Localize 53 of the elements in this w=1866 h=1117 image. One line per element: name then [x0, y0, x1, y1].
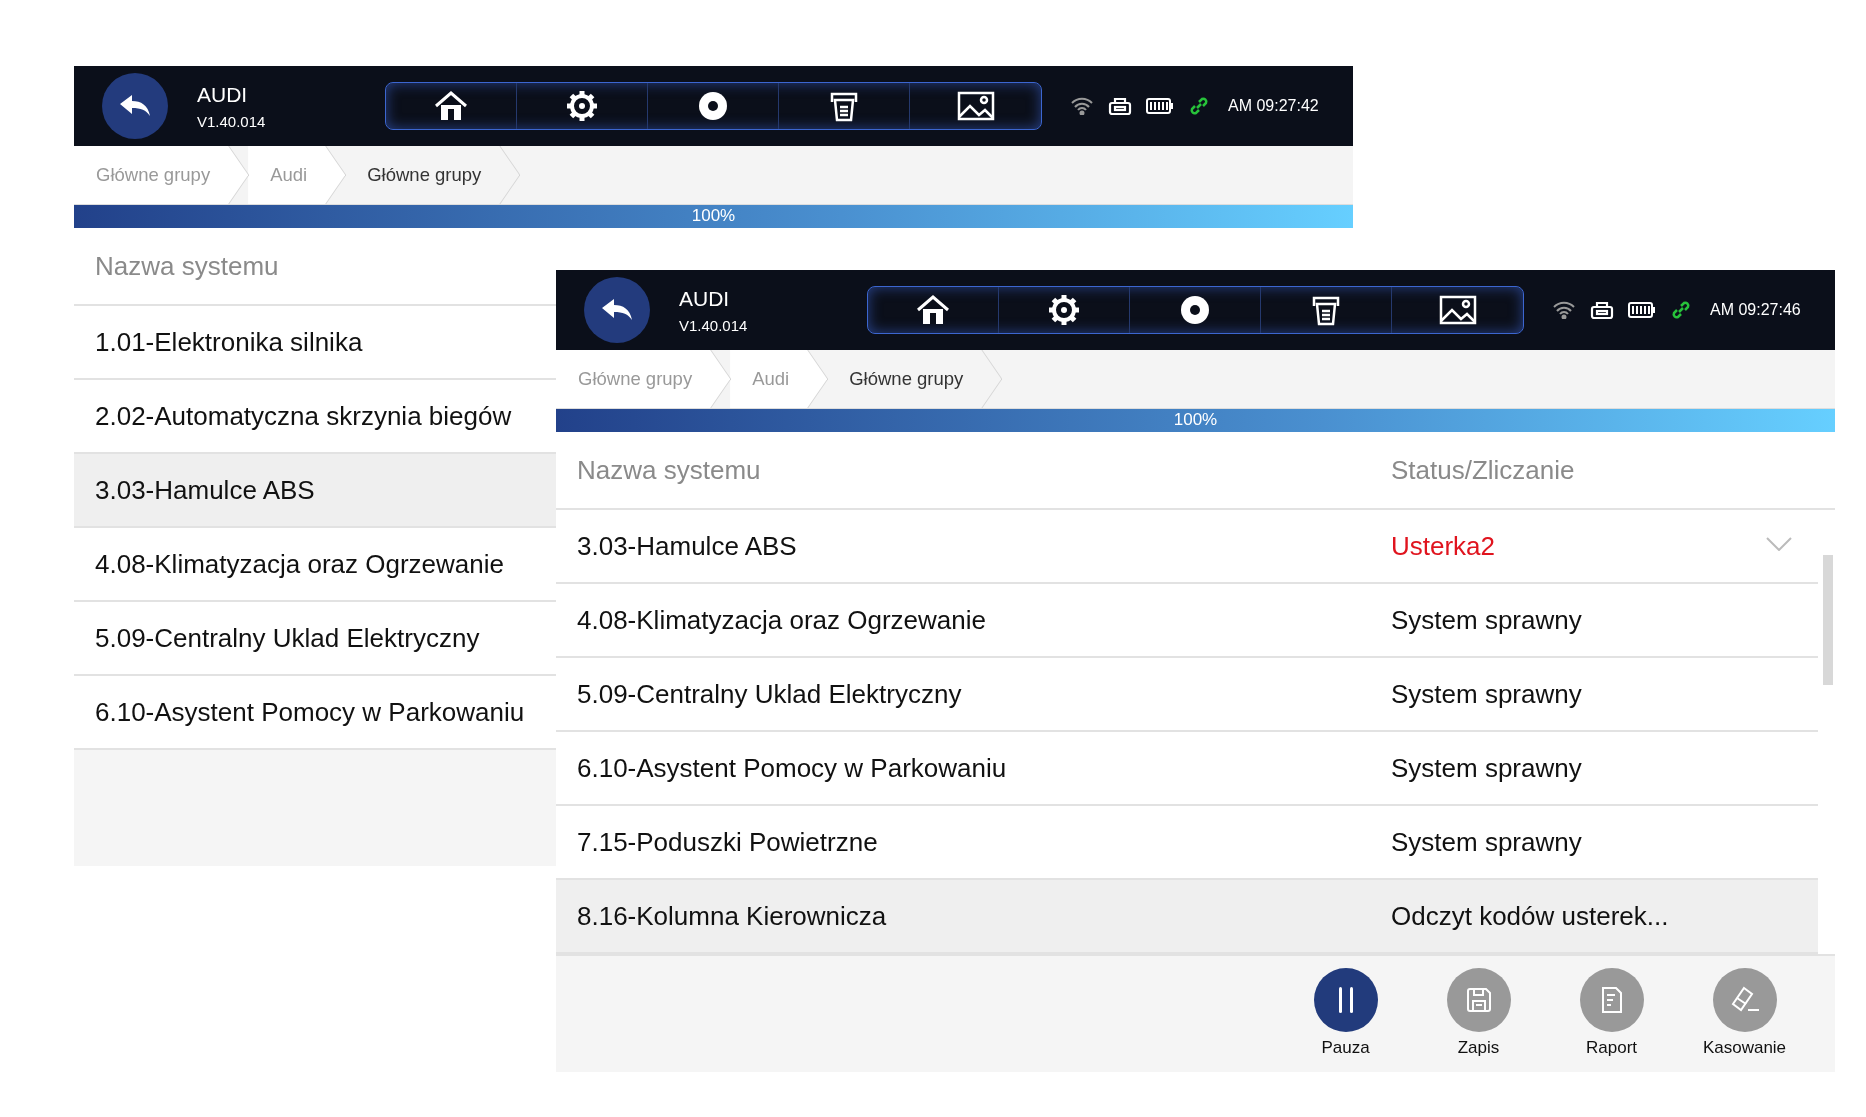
battery-icon — [1146, 98, 1174, 114]
app-title: AUDI — [679, 286, 731, 311]
system-status: System sprawny — [1391, 678, 1582, 710]
scrollbar[interactable] — [1823, 555, 1833, 685]
pause-button[interactable]: Pauza — [1279, 956, 1412, 1072]
system-row[interactable]: 5.09-Centralny Uklad Elektryczny System sprawny — [556, 658, 1818, 732]
system-name: 5.09-Centralny Uklad Elektryczny — [577, 678, 962, 710]
system-name: 6.10-Asystent Pomocy w Parkowaniu — [577, 752, 1007, 784]
system-name: 6.10-Asystent Pomocy w Parkowaniu — [95, 696, 525, 728]
column-header: Nazwa systemu — [577, 454, 762, 486]
home-icon — [915, 295, 951, 325]
system-row[interactable]: 4.08-Klimatyzacja oraz Ogrzewanie System sprawny — [556, 584, 1818, 658]
link-icon — [1188, 95, 1210, 117]
system-name: 1.01-Elektronika silnika — [95, 326, 363, 358]
system-status: System sprawny — [1391, 604, 1582, 636]
connector-icon — [1108, 96, 1132, 116]
disc-icon — [698, 91, 728, 121]
wifi-icon — [1552, 301, 1576, 319]
system-row[interactable]: 3.03-Hamulce ABS — [74, 454, 556, 528]
system-name: 4.08-Klimatyzacja oraz Ogrzewanie — [95, 548, 504, 580]
system-row[interactable]: 6.10-Asystent Pomocy w Parkowaniu System sprawny — [556, 732, 1818, 806]
system-row[interactable]: 8.16-Kolumna Kierownicza Odczyt kodów usterek... — [556, 880, 1818, 954]
clock-time: AM 09:27:42 — [1228, 97, 1319, 115]
settings-icon — [1048, 294, 1080, 326]
image-icon — [956, 91, 995, 121]
disc-icon — [1180, 295, 1210, 325]
system-name: 7.15-Poduszki Powietrzne — [577, 826, 878, 858]
version-text: V1.40.014 — [197, 112, 267, 130]
system-name: 3.03-Hamulce ABS — [95, 474, 315, 506]
system-name: 5.09-Centralny Uklad Elektryczny — [95, 622, 480, 654]
system-name: 2.02-Automatyczna skrzynia biegów — [95, 400, 512, 432]
system-name: 4.08-Klimatyzacja oraz Ogrzewanie — [577, 604, 986, 636]
column-header: Status/Zliczanie — [1391, 454, 1575, 486]
system-status: System sprawny — [1391, 826, 1582, 858]
app-title: AUDI — [197, 82, 249, 107]
connector-icon — [1590, 300, 1614, 320]
battery-icon — [1628, 302, 1656, 318]
progress-percent: 100% — [1173, 410, 1218, 430]
home-icon — [433, 91, 469, 121]
progress-percent: 100% — [691, 206, 736, 226]
link-icon — [1670, 299, 1692, 321]
system-name: 3.03-Hamulce ABS — [577, 530, 797, 562]
column-header: Nazwa systemu — [95, 250, 280, 282]
system-row[interactable]: 3.03-Hamulce ABS Usterka2 — [556, 510, 1818, 584]
clock-time: AM 09:27:46 — [1710, 301, 1801, 319]
image-icon — [1438, 295, 1477, 325]
wifi-icon — [1070, 97, 1094, 115]
system-status: Odczyt kodów usterek... — [1391, 900, 1669, 932]
system-name: 8.16-Kolumna Kierownicza — [577, 900, 887, 932]
settings-icon — [566, 90, 598, 122]
version-text: V1.40.014 — [679, 316, 749, 334]
system-status: System sprawny — [1391, 752, 1582, 784]
system-status: Usterka2 — [1391, 530, 1496, 562]
